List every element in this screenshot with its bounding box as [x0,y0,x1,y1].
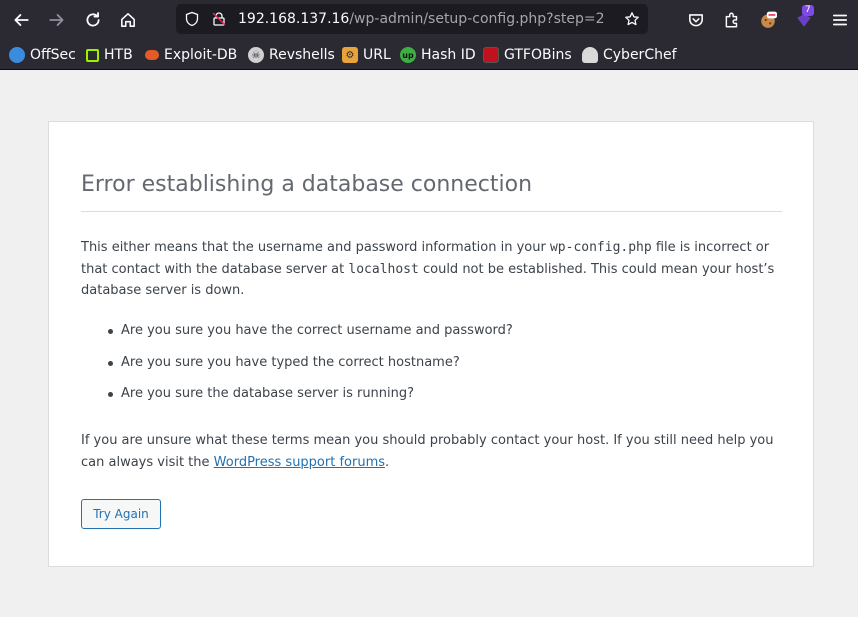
bookmark-offsec[interactable]: OffSec [9,45,76,65]
exploit-db-icon [145,50,159,60]
bookmark-hash-id[interactable]: up Hash ID [400,45,476,65]
puzzle-icon [725,12,738,28]
browser-toolbar: 192.168.137.16/wp-admin/setup-config.php… [0,0,858,40]
bookmark-label: Hash ID [421,47,476,63]
url-path: /wp-admin/setup-config.php?step=2 [349,11,605,27]
bookmark-label: OffSec [30,47,76,63]
pocket-icon [689,14,703,27]
url-text[interactable]: 192.168.137.16/wp-admin/setup-config.php… [238,10,605,28]
bullet-icon [108,392,113,397]
cookie-extension-button[interactable] [754,6,782,34]
bullet-icon [108,329,113,334]
bookmark-url[interactable]: ⚙ URL [342,45,391,65]
error-card: Error establishing a database connection… [48,121,814,567]
arrow-left-icon [14,14,29,26]
url-icon: ⚙ [342,47,358,63]
intro-text-1: This either means that the username and … [81,240,550,255]
extension-badge: 7 [802,5,814,16]
list-item: Are you sure you have typed the correct … [81,352,513,384]
question-list: Are you sure you have the correct userna… [81,320,513,415]
address-bar[interactable]: 192.168.137.16/wp-admin/setup-config.php… [176,4,648,34]
arrow-right-icon [49,14,64,26]
cyberchef-icon [582,47,598,63]
shield-icon[interactable] [183,10,201,28]
purple-extension-button[interactable]: 7 [790,5,818,34]
bookmark-label: Exploit-DB [164,47,238,63]
list-item: Are you sure the database server is runn… [81,383,513,415]
home-button[interactable] [114,6,142,34]
extensions-button[interactable] [718,6,746,34]
list-item: Are you sure you have the correct userna… [81,320,513,352]
try-again-button[interactable]: Try Again [81,499,161,529]
bookmark-exploit-db[interactable]: Exploit-DB [145,45,237,65]
localhost-code: localhost [348,261,419,277]
bookmark-star-icon[interactable] [623,10,641,28]
hamburger-menu-icon [832,14,848,26]
back-button[interactable] [7,6,35,34]
bullet-icon [108,360,113,366]
support-forums-link[interactable]: WordPress support forums [214,455,385,470]
htb-icon [86,48,99,62]
question-text: Are you sure you have typed the correct … [121,354,460,370]
question-text: Are you sure the database server is runn… [121,386,415,401]
home-icon [121,13,135,27]
bookmark-label: HTB [104,47,133,63]
reload-button[interactable] [79,6,107,34]
bookmark-gtfobins[interactable]: GTFOBins [483,45,572,65]
help-text-2: . [385,454,390,470]
gtfobins-icon [483,47,499,63]
forward-button[interactable] [43,6,71,34]
bookmark-label: URL [363,47,391,63]
hashid-icon: up [400,47,416,63]
pocket-button[interactable] [682,6,710,34]
url-host: 192.168.137.16 [238,11,350,27]
page-title: Error establishing a database connection [81,172,533,197]
bookmark-label: Revshells [269,47,335,63]
error-description: This either means that the username and … [81,237,781,302]
bookmark-label: CyberChef [603,47,677,63]
insecure-lock-icon[interactable] [210,10,228,28]
title-divider [81,211,782,212]
bookmarks-toolbar: OffSec HTB Exploit-DB ☠ Revshells ⚙ URL … [0,40,858,70]
reload-icon [86,12,100,27]
bookmark-htb[interactable]: HTB [86,45,133,65]
bookmark-label: GTFOBins [504,47,572,63]
help-text-1: If you are unsure what these terms mean … [81,433,774,470]
bookmark-revshells[interactable]: ☠ Revshells [248,45,335,65]
skull-icon: ☠ [248,47,264,63]
wp-config-code: wp-config.php [549,240,652,255]
menu-button[interactable] [826,6,854,34]
offsec-icon [9,47,25,63]
question-text: Are you sure you have the correct userna… [121,323,513,338]
help-text: If you are unsure what these terms mean … [81,430,781,473]
bookmark-cyberchef[interactable]: CyberChef [582,45,677,65]
cookie-icon [761,11,777,28]
